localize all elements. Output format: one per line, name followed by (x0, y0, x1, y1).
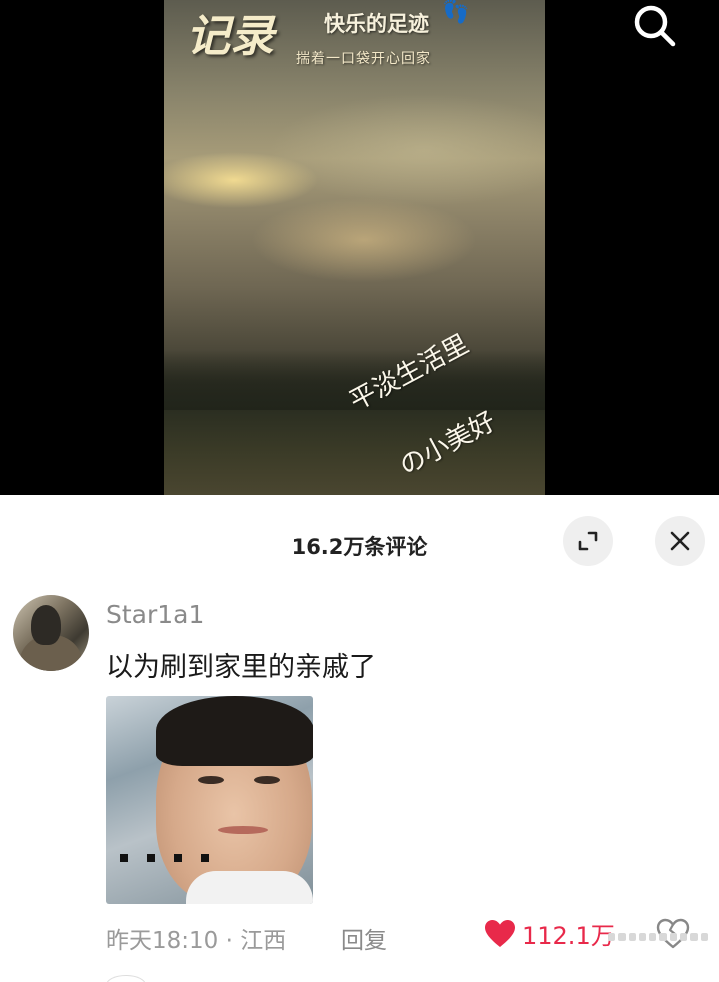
heart-icon (485, 919, 515, 947)
video-overlay-title: 记录 (186, 11, 274, 62)
footprint-icon: 👣 (442, 0, 470, 25)
search-button[interactable] (628, 0, 682, 54)
comment-username[interactable]: Star1a1 (106, 600, 204, 629)
like-button[interactable]: 112.1万 (484, 916, 615, 951)
comment-text: 以为刷到家里的亲戚了 (106, 652, 376, 683)
avatar[interactable] (13, 595, 89, 671)
image-dots (120, 854, 209, 862)
comment-image[interactable] (106, 696, 313, 904)
watermark (608, 933, 708, 943)
video-frame[interactable]: 记录 快乐的足迹 👣 揣着一口袋开心回家 平淡生活里 の小美好 (164, 0, 545, 495)
comment-time-location: 昨天18:10 · 江西 (106, 928, 287, 954)
comments-sheet: 16.2万条评论 Star1a1 以为刷到家里的亲戚了 昨天18:10 · 江西… (0, 495, 719, 982)
expand-button[interactable] (563, 516, 613, 566)
close-button[interactable] (655, 516, 705, 566)
search-icon (634, 5, 676, 47)
expand-icon (578, 531, 598, 551)
close-icon (670, 531, 690, 551)
like-count: 112.1万 (522, 922, 615, 950)
next-comment-avatar (106, 975, 146, 982)
video-player[interactable]: 记录 快乐的足迹 👣 揣着一口袋开心回家 平淡生活里 の小美好 (0, 0, 719, 495)
video-overlay-caption: 揣着一口袋开心回家 (296, 51, 431, 67)
video-overlay-subtitle: 快乐的足迹 (324, 12, 429, 36)
reply-button[interactable]: 回复 (341, 921, 387, 955)
